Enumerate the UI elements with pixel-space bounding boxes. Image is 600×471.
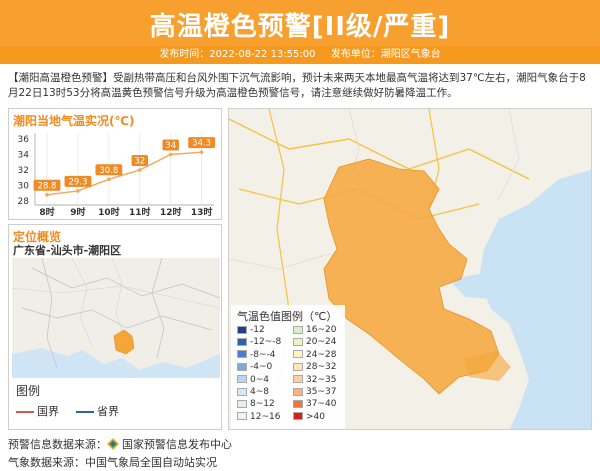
color-legend-item: 24~28 bbox=[293, 350, 336, 361]
temperature-line bbox=[46, 151, 202, 196]
temperature-point bbox=[199, 150, 204, 154]
color-swatch bbox=[237, 362, 247, 371]
color-legend-item: >40 bbox=[293, 412, 325, 423]
map-legend: 图例 国界 省界 bbox=[12, 381, 220, 427]
warning-center-logo-icon bbox=[107, 438, 119, 450]
color-legend-title: 气温色值图例（℃） bbox=[237, 310, 338, 323]
overview-map-svg bbox=[12, 258, 220, 378]
color-legend-label: 16~20 bbox=[306, 325, 337, 335]
red-line-icon bbox=[16, 411, 34, 413]
temperature-point bbox=[76, 189, 80, 193]
value-label: 30.8 bbox=[99, 166, 118, 176]
color-legend-label: 37~40 bbox=[306, 399, 337, 410]
warning-header: 高温橙色预警[II级/严重] 发布时间：2022-08-22 13:55:00 … bbox=[0, 0, 600, 64]
blue-line-icon bbox=[76, 411, 94, 413]
temperature-panel: 潮阳当地气温实况(℃) 28 30 32 34 36 8时 9时 10时 11时 12时 13时 28… bbox=[8, 108, 222, 220]
color-swatch bbox=[237, 387, 247, 396]
color-swatch bbox=[237, 337, 247, 346]
color-legend-label: 12~16 bbox=[250, 411, 281, 422]
overview-map[interactable] bbox=[12, 258, 220, 378]
x-tick-label: 12时 bbox=[160, 206, 182, 218]
x-tick-label: 9时 bbox=[70, 206, 85, 218]
x-tick-label: 10时 bbox=[98, 206, 120, 218]
color-legend-label: 32~35 bbox=[306, 374, 337, 385]
color-legend-label: -12 bbox=[250, 325, 265, 335]
color-swatch bbox=[293, 412, 303, 421]
color-swatch bbox=[293, 325, 303, 334]
y-tick-label: 32 bbox=[18, 166, 29, 176]
x-tick-label: 8时 bbox=[39, 206, 54, 218]
color-legend-item: -12 bbox=[237, 325, 265, 336]
color-swatch bbox=[293, 350, 303, 359]
color-legend-label: 24~28 bbox=[306, 349, 337, 360]
y-tick-label: 34 bbox=[18, 151, 30, 161]
temperature-point bbox=[168, 152, 173, 157]
y-tick-label: 36 bbox=[18, 135, 30, 145]
color-legend-label: -8~-4 bbox=[250, 349, 276, 360]
value-label: 32 bbox=[134, 157, 145, 167]
color-swatch bbox=[293, 387, 303, 396]
color-legend-item: 16~20 bbox=[293, 325, 336, 336]
color-legend-label: 0~4 bbox=[250, 374, 269, 385]
color-legend: 气温色值图例（℃） -12 -12~-8 -8~-4 -4~0 0~4 4~8 8~12 12… bbox=[231, 305, 345, 429]
x-tick-label: 13时 bbox=[191, 206, 213, 218]
color-legend-item: 0~4 bbox=[237, 375, 269, 386]
national-border-legend: 国界 bbox=[16, 405, 59, 419]
color-swatch bbox=[293, 362, 303, 371]
temperature-point bbox=[107, 177, 111, 182]
color-swatch bbox=[237, 375, 247, 384]
publish-time: 发布时间：2022-08-22 13:55:00 bbox=[159, 49, 316, 60]
location-region: 广东省-汕头市-潮阳区 bbox=[13, 244, 122, 257]
legend-title: 图例 bbox=[16, 384, 41, 398]
color-legend-item: 20~24 bbox=[293, 337, 336, 348]
location-panel: 定位概览 广东省-汕头市-潮阳区 图例 国界 省界 bbox=[8, 224, 222, 430]
color-swatch bbox=[293, 337, 303, 346]
color-legend-item: 28~32 bbox=[293, 362, 336, 373]
color-legend-label: -4~0 bbox=[250, 362, 273, 373]
value-label: 29.3 bbox=[68, 177, 87, 187]
color-swatch bbox=[293, 399, 303, 408]
color-legend-item: 4~8 bbox=[237, 387, 269, 398]
x-tick-label: 11时 bbox=[129, 206, 151, 218]
color-legend-item: 32~35 bbox=[293, 375, 336, 386]
color-legend-item: 12~16 bbox=[237, 412, 280, 423]
color-legend-label: 4~8 bbox=[250, 387, 269, 397]
color-legend-label: 28~32 bbox=[306, 362, 337, 373]
color-legend-label: 8~12 bbox=[250, 399, 275, 410]
color-legend-item: -8~-4 bbox=[237, 350, 276, 361]
y-tick-label: 28 bbox=[18, 197, 30, 207]
color-swatch bbox=[293, 375, 303, 384]
warning-meta: 发布时间：2022-08-22 13:55:00 发布单位：潮阳区气象台 bbox=[0, 46, 600, 64]
temperature-chart: 28 30 32 34 36 8时 9时 10时 11时 12时 13时 28.8 29.3 30.8 32… bbox=[18, 133, 216, 218]
province-border-legend: 省界 bbox=[76, 405, 119, 419]
color-legend-item: 8~12 bbox=[237, 399, 275, 410]
detail-map[interactable]: 气温色值图例（℃） -12 -12~-8 -8~-4 -4~0 0~4 4~8 8~12 12… bbox=[228, 108, 592, 430]
color-legend-item: -12~-8 bbox=[237, 337, 281, 348]
color-legend-item: -4~0 bbox=[237, 362, 272, 373]
value-label: 34.3 bbox=[192, 139, 211, 149]
temperature-point bbox=[137, 168, 142, 172]
publisher: 发布单位：潮阳区气象台 bbox=[330, 49, 441, 60]
y-tick-label: 30 bbox=[18, 182, 30, 192]
value-label: 28.8 bbox=[38, 181, 57, 191]
warning-description: 【潮阳高温橙色预警】受副热带高压和台风外围下沉气流影响，预计未来两天本地最高气温… bbox=[8, 72, 586, 99]
weather-source: 气象数据来源：中国气象局全国自动站实况 bbox=[8, 456, 217, 469]
color-legend-label: -12~-8 bbox=[250, 337, 282, 348]
color-swatch bbox=[237, 412, 247, 421]
color-swatch bbox=[237, 350, 247, 359]
color-swatch bbox=[237, 399, 247, 408]
warning-source-link[interactable]: 国家预警信息发布中心 bbox=[122, 438, 232, 451]
color-legend-item: 37~40 bbox=[293, 399, 336, 410]
color-legend-label: 35~37 bbox=[306, 387, 337, 397]
color-legend-item: 35~37 bbox=[293, 387, 336, 398]
color-swatch bbox=[237, 325, 247, 334]
warning-title: 高温橙色预警[II级/严重] bbox=[149, 12, 451, 42]
warning-source: 预警信息数据来源： 国家预警信息发布中心 bbox=[8, 438, 232, 451]
temperature-point bbox=[45, 193, 49, 197]
color-legend-label: 20~24 bbox=[306, 337, 337, 348]
color-legend-label: >40 bbox=[306, 411, 325, 422]
value-label: 34 bbox=[165, 141, 176, 151]
